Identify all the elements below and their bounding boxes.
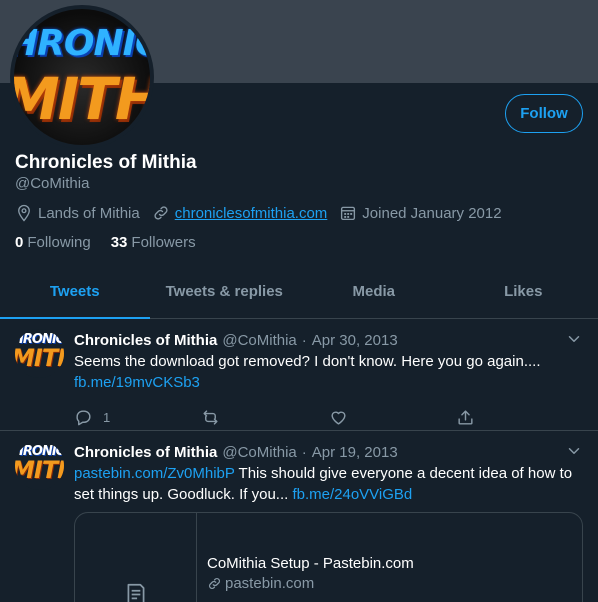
location-item: Lands of Mithia [15, 204, 140, 222]
following-count: 0 [15, 234, 24, 251]
calendar-icon [341, 206, 356, 221]
tweet-link-pastebin[interactable]: pastebin.com/Zv0MhibP [74, 465, 235, 482]
tweet-actions: 1 [74, 408, 583, 427]
website-item: chroniclesofmithia.com [152, 204, 328, 222]
mini-logo-bottom: MITHI [15, 344, 64, 372]
tweet-link[interactable]: fb.me/24oVViGBd [292, 486, 412, 503]
tweet-header: Chronicles of Mithia @CoMithia · Apr 30,… [74, 330, 583, 350]
following-label: Following [27, 234, 91, 251]
link-icon [209, 578, 220, 589]
heart-icon [330, 411, 346, 425]
tweet-text-body: Seems the download got removed? I don't … [74, 353, 541, 370]
tweet-avatar[interactable]: HRONICLES MITHI [15, 329, 64, 378]
reply-icon [76, 410, 91, 426]
profile-name: Chronicles of Mithia [15, 152, 197, 173]
chevron-down-icon[interactable] [565, 330, 583, 348]
link-icon [154, 206, 168, 220]
reply-button[interactable]: 1 [74, 408, 201, 427]
tweet-text: pastebin.com/Zv0MhibP This should give e… [74, 463, 583, 505]
joined-item: Joined January 2012 [339, 204, 502, 222]
location-text: Lands of Mithia [38, 204, 140, 222]
share-button[interactable] [456, 408, 583, 427]
document-icon [127, 583, 144, 602]
following-link[interactable]: 0 Following [15, 234, 91, 251]
separator-dot: · [301, 443, 307, 461]
follow-button[interactable]: Follow [505, 94, 583, 133]
profile-meta: Lands of Mithia chroniclesofmithia.com J… [15, 204, 514, 222]
tweet-body: Chronicles of Mithia @CoMithia · Apr 19,… [74, 442, 583, 505]
logo-text-bottom: MITHI [14, 65, 150, 133]
mini-logo-bottom: MITHI [15, 456, 64, 484]
tab-tweets[interactable]: Tweets [0, 265, 150, 319]
profile-tabs: Tweets Tweets & replies Media Likes [0, 265, 598, 319]
joined-text: Joined January 2012 [362, 204, 502, 222]
tweet-date[interactable]: Apr 19, 2013 [312, 444, 398, 461]
like-button[interactable] [329, 408, 456, 427]
followers-count: 33 [110, 234, 128, 251]
followers-link[interactable]: 33 Followers [111, 234, 196, 251]
avatar-logo: HRONICLES MITHI [14, 9, 150, 145]
card-info: CoMithia Setup - Pastebin.com pastebin.c… [197, 513, 414, 602]
logo-text-top: HRONICLES [14, 23, 150, 64]
tweet-text: Seems the download got removed? I don't … [74, 351, 583, 393]
retweet-button[interactable] [201, 408, 328, 427]
follow-counts: 0 Following 33 Followers [15, 234, 216, 251]
chevron-down-icon[interactable] [565, 442, 583, 460]
tab-likes[interactable]: Likes [449, 265, 598, 318]
share-icon [458, 410, 473, 425]
link-preview-card[interactable]: CoMithia Setup - Pastebin.com pastebin.c… [74, 512, 583, 602]
website-link[interactable]: chroniclesofmithia.com [175, 205, 328, 222]
card-thumbnail [75, 513, 197, 602]
card-domain-text: pastebin.com [225, 575, 315, 592]
tweet-header: Chronicles of Mithia @CoMithia · Apr 19,… [74, 442, 583, 462]
card-title: CoMithia Setup - Pastebin.com [207, 555, 414, 572]
profile-avatar[interactable]: HRONICLES MITHI [10, 5, 154, 149]
tweet-author-handle[interactable]: @CoMithia [222, 332, 296, 349]
tab-tweets-replies[interactable]: Tweets & replies [150, 265, 300, 318]
location-pin-icon [18, 204, 30, 222]
tweet[interactable]: HRONICLES MITHI Chronicles of Mithia @Co… [0, 319, 598, 431]
tweet-date[interactable]: Apr 30, 2013 [312, 332, 398, 349]
tweet-body: Chronicles of Mithia @CoMithia · Apr 30,… [74, 330, 583, 427]
card-domain: pastebin.com [207, 575, 414, 592]
tweet-author-name[interactable]: Chronicles of Mithia [74, 444, 217, 461]
reply-count: 1 [103, 410, 111, 425]
tweet-author-handle[interactable]: @CoMithia [222, 444, 296, 461]
tweet-author-name[interactable]: Chronicles of Mithia [74, 332, 217, 349]
tab-media[interactable]: Media [299, 265, 449, 318]
tweet-avatar[interactable]: HRONICLES MITHI [15, 441, 64, 490]
followers-label: Followers [131, 234, 196, 251]
separator-dot: · [301, 331, 307, 349]
profile-handle: @CoMithia [15, 175, 90, 192]
retweet-icon [203, 410, 218, 425]
tweet-link[interactable]: fb.me/19mvCKSb3 [74, 374, 200, 391]
